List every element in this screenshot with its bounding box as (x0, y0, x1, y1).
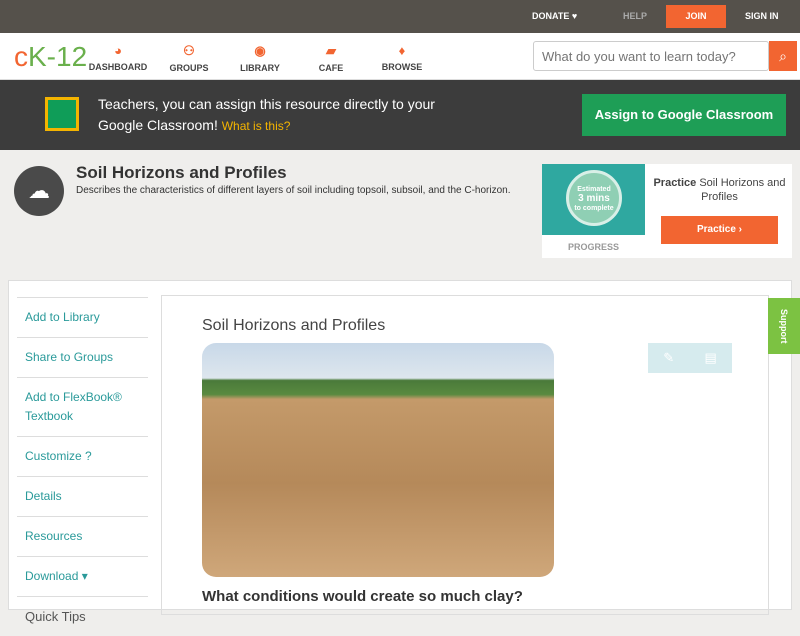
progress-label: PROGRESS (567, 242, 619, 252)
nav-groups[interactable]: ⚇ GROUPS (154, 43, 224, 73)
join-button[interactable]: JOIN (666, 5, 726, 28)
practice-button[interactable]: Practice › (661, 216, 778, 244)
lesson-question: What conditions would create so much cla… (202, 588, 523, 605)
details[interactable]: Details (17, 476, 148, 516)
nav-browse[interactable]: ♦ BROWSE (367, 43, 437, 72)
assign-google-classroom-button[interactable]: Assign to Google Classroom (582, 94, 786, 136)
search-input[interactable] (533, 41, 769, 71)
page-description: Describes the characteristics of differe… (76, 185, 511, 196)
lesson-title: Soil Horizons and Profiles (202, 317, 386, 334)
practice-card: Estimated 3 mins to complete PROGRESS Prac… (542, 164, 792, 258)
download[interactable]: Download ▾ (17, 556, 148, 596)
ck12-logo[interactable]: cK-12 (14, 41, 87, 73)
content-panel: Add to Library Share to Groups Add to Fl… (8, 280, 792, 624)
add-to-flexbook[interactable]: Add to FlexBook® Textbook (17, 377, 148, 436)
library-icon: ◉ (254, 43, 266, 58)
support-tab[interactable]: Support (768, 298, 800, 354)
annotation-tools: ✎ ▤ (648, 343, 732, 373)
excavation-photo (202, 343, 554, 577)
cafe-icon: ▰ (326, 43, 336, 58)
weather-icon: ☁ (14, 166, 64, 216)
pen-icon[interactable]: ✎ (663, 350, 674, 366)
dashboard-icon: ◕ (114, 43, 122, 58)
resources[interactable]: Resources (17, 516, 148, 556)
google-classroom-icon (45, 97, 79, 131)
nav-cafe[interactable]: ▰ CAFE (296, 43, 366, 73)
share-to-groups[interactable]: Share to Groups (17, 337, 148, 377)
practice-image: Estimated 3 mins to complete (542, 164, 645, 235)
what-is-this-link[interactable]: What is this? (222, 119, 291, 133)
notes-icon[interactable]: ▤ (704, 350, 716, 366)
browse-icon: ♦ (398, 43, 406, 58)
sidebar: Add to Library Share to Groups Add to Fl… (17, 297, 148, 636)
google-classroom-banner: Teachers, you can assign this resource d… (0, 80, 800, 150)
practice-title: Practice Soil Horizons and Profiles (653, 177, 786, 203)
search-icon[interactable]: ⌕ (769, 41, 797, 71)
sign-in-link[interactable]: SIGN IN (745, 11, 779, 21)
groups-icon: ⚇ (183, 43, 195, 58)
add-to-library[interactable]: Add to Library (17, 297, 148, 337)
help-link[interactable]: HELP (623, 11, 647, 21)
top-bar: DONATE ♥ HELP JOIN SIGN IN (0, 0, 800, 33)
nav-library[interactable]: ◉ LIBRARY (225, 43, 295, 73)
lesson-content: Soil Horizons and Profiles ✎ ▤ What condi… (161, 295, 769, 615)
quick-tips[interactable]: Quick Tips (17, 596, 148, 636)
donate-link[interactable]: DONATE ♥ (532, 11, 577, 21)
nav-dashboard[interactable]: ◕ DASHBOARD (83, 43, 153, 72)
customize[interactable]: Customize ? (17, 436, 148, 476)
page-title: Soil Horizons and Profiles (76, 163, 287, 182)
